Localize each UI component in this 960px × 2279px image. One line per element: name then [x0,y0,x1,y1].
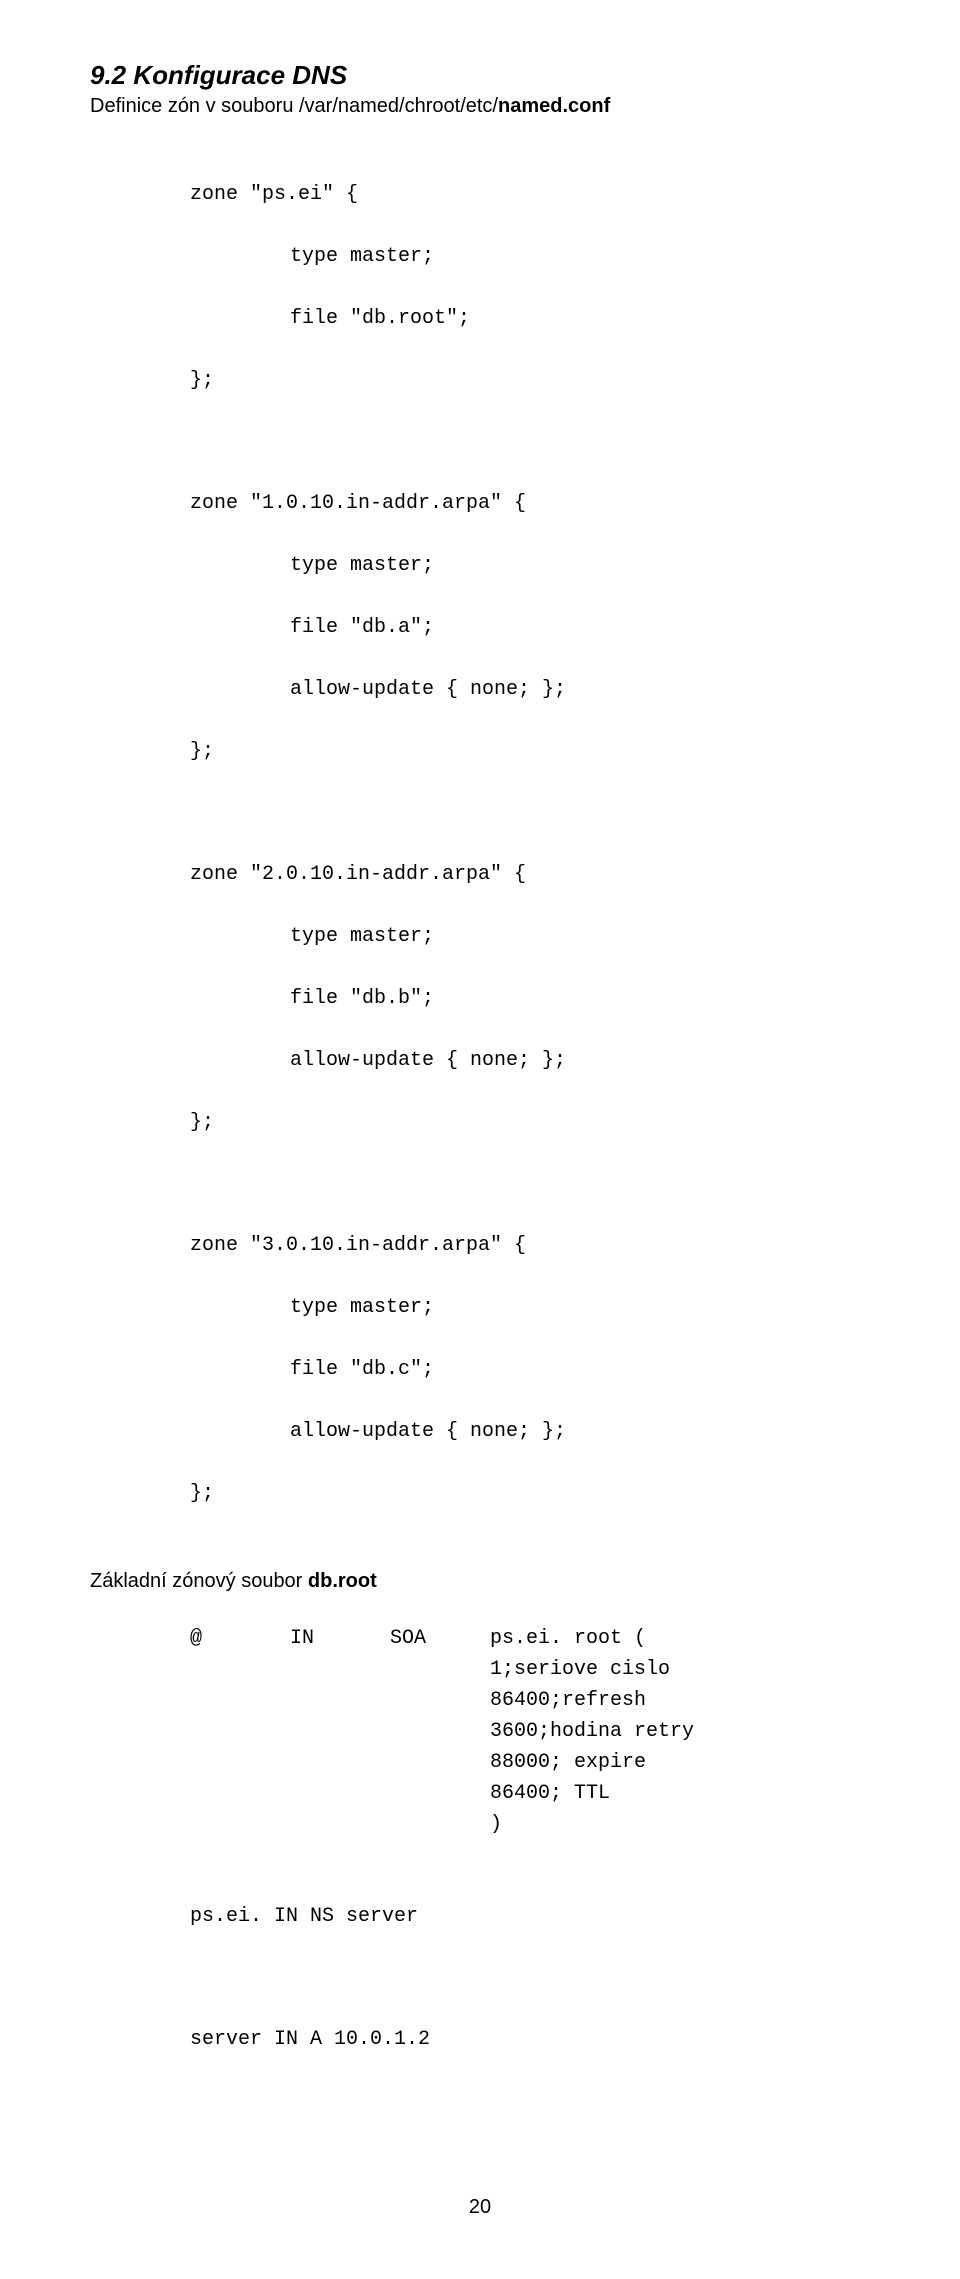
subheading-text: Definice zón v souboru /var/named/chroot… [90,95,498,117]
soa-in: IN [290,1623,390,1654]
zone-block-1: zone "ps.ei" { type master; file "db.roo… [90,148,870,427]
subheading-bold: named.conf [498,95,610,117]
zone-block-4: zone "3.0.10.in-addr.arpa" { type master… [90,1199,870,1540]
code-line: file "db.b"; [90,983,870,1014]
code-line: zone "3.0.10.in-addr.arpa" { [90,1230,870,1261]
ns-line-block: ps.ei. IN NS server [90,1870,870,1963]
code-line: allow-update { none; }; [90,1416,870,1447]
code-line: server IN A 10.0.1.2 [90,2024,870,2055]
code-line: type master; [90,241,870,272]
code-line: zone "2.0.10.in-addr.arpa" { [90,859,870,890]
code-line: }; [90,736,870,767]
code-line: zone "1.0.10.in-addr.arpa" { [90,488,870,519]
code-line: file "db.c"; [90,1354,870,1385]
soa-detail: 3600;hodina retry [90,1716,870,1747]
subheading: Definice zón v souboru /var/named/chroot… [90,95,870,118]
soa-detail: 88000; expire [90,1747,870,1778]
soa-detail: 86400; TTL [90,1778,870,1809]
code-line: type master; [90,921,870,952]
zone-block-3: zone "2.0.10.in-addr.arpa" { type master… [90,828,870,1169]
zone-file-label-plain: Základní zónový soubor [90,1570,308,1592]
page-number: 20 [90,2196,870,2219]
zone-file-label: Základní zónový soubor db.root [90,1570,870,1593]
soa-detail: 1;seriove cislo [90,1654,870,1685]
soa-type: SOA [390,1623,490,1654]
code-line: }; [90,365,870,396]
code-line: file "db.root"; [90,303,870,334]
soa-at: @ [190,1623,290,1654]
a-line-block: server IN A 10.0.1.2 [90,1993,870,2086]
code-line: }; [90,1478,870,1509]
code-line: }; [90,1107,870,1138]
code-line: ps.ei. IN NS server [90,1901,870,1932]
soa-header-line: @ IN SOA ps.ei. root ( [90,1623,870,1654]
soa-detail: ) [90,1809,870,1840]
code-line: allow-update { none; }; [90,1045,870,1076]
zone-file-label-bold: db.root [308,1570,377,1592]
section-heading: 9.2 Konfigurace DNS [90,60,870,91]
soa-detail: 86400;refresh [90,1685,870,1716]
soa-rest: ps.ei. root ( [490,1623,870,1654]
code-line: allow-update { none; }; [90,674,870,705]
code-line: zone "ps.ei" { [90,179,870,210]
code-line: file "db.a"; [90,612,870,643]
soa-block: @ IN SOA ps.ei. root ( 1;seriove cislo 8… [90,1623,870,1840]
code-line: type master; [90,550,870,581]
code-line: type master; [90,1292,870,1323]
zone-block-2: zone "1.0.10.in-addr.arpa" { type master… [90,457,870,798]
